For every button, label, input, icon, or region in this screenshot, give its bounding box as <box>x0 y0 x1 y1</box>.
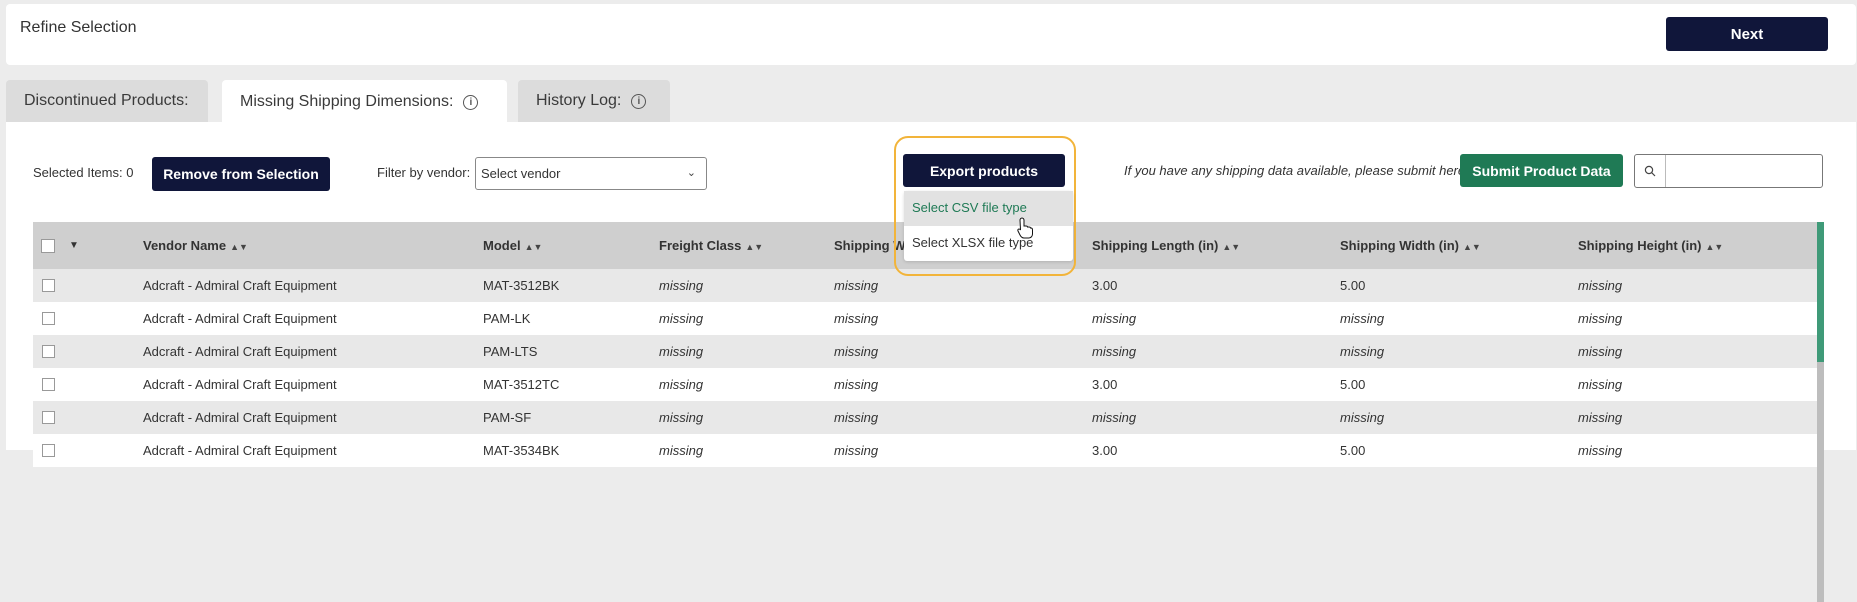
export-csv-option[interactable]: Select CSV file type <box>904 191 1073 226</box>
column-header-model[interactable]: Model ▲▼ <box>483 238 542 253</box>
info-icon[interactable]: i <box>631 93 647 109</box>
shipping-length-cell: 3.00 <box>1092 377 1118 392</box>
row-checkbox[interactable] <box>42 312 55 325</box>
column-header-shipping-length[interactable]: Shipping Length (in) ▲▼ <box>1092 238 1240 253</box>
model-cell: MAT-3512TC <box>483 377 560 392</box>
table-row[interactable]: Adcraft - Admiral Craft Equipment MAT-35… <box>33 434 1824 467</box>
vendor-select-value: Select vendor <box>481 166 561 181</box>
column-header-freight-class[interactable]: Freight Class ▲▼ <box>659 238 763 253</box>
freight-class-cell: missing <box>659 443 704 458</box>
shipping-height-cell: missing <box>1578 377 1623 392</box>
row-checkbox[interactable] <box>42 444 55 457</box>
shipping-width-cell: missing <box>1340 344 1385 359</box>
shipping-width-cell: 5.00 <box>1340 443 1366 458</box>
search-input[interactable] <box>1634 154 1823 188</box>
column-header-vendor[interactable]: Vendor Name ▲▼ <box>143 238 248 253</box>
shipping-height-cell: missing <box>1578 443 1623 458</box>
row-checkbox[interactable] <box>42 345 55 358</box>
caret-down-icon[interactable]: ▼ <box>69 240 79 251</box>
shipping-width-cell: 5.00 <box>1340 278 1366 293</box>
row-checkbox[interactable] <box>42 279 55 292</box>
column-header-shipping-height[interactable]: Shipping Height (in) ▲▼ <box>1578 238 1723 253</box>
page-title: Refine Selection <box>20 19 137 36</box>
export-products-button[interactable]: Export products <box>903 154 1065 187</box>
hand-cursor-icon <box>1017 217 1033 239</box>
export-xlsx-option[interactable]: Select XLSX file type <box>904 226 1073 261</box>
vendor-cell: Adcraft - Admiral Craft Equipment <box>143 344 337 359</box>
shipping-width-cell: missing <box>1340 410 1385 425</box>
freight-class-cell: missing <box>659 278 704 293</box>
tab-label: Discontinued Products: <box>24 92 189 109</box>
table-row[interactable]: Adcraft - Admiral Craft Equipment PAM-LK… <box>33 302 1824 335</box>
export-dropdown-menu: Select CSV file type Select XLSX file ty… <box>904 191 1073 261</box>
shipping-height-cell: missing <box>1578 311 1623 326</box>
shipping-length-cell: missing <box>1092 311 1137 326</box>
shipping-height-cell: missing <box>1578 278 1623 293</box>
vendor-select[interactable]: Select vendor ⌄ <box>475 157 707 190</box>
scrollbar-thumb[interactable] <box>1817 222 1824 362</box>
vendor-cell: Adcraft - Admiral Craft Equipment <box>143 278 337 293</box>
shipping-weight-cell: missing <box>834 443 879 458</box>
search-icon <box>1635 155 1666 187</box>
vendor-cell: Adcraft - Admiral Craft Equipment <box>143 410 337 425</box>
selected-items-count: Selected Items: 0 <box>33 165 134 180</box>
model-cell: MAT-3534BK <box>483 443 560 458</box>
model-cell: PAM-SF <box>483 410 532 425</box>
tab-missing-shipping-dimensions[interactable]: Missing Shipping Dimensions: i <box>222 80 507 124</box>
shipping-weight-cell: missing <box>834 311 879 326</box>
refine-selection-card: Refine Selection Next <box>6 4 1856 65</box>
remove-from-selection-button[interactable]: Remove from Selection <box>152 157 330 191</box>
table-scrollbar[interactable] <box>1817 222 1824 602</box>
freight-class-cell: missing <box>659 377 704 392</box>
vendor-cell: Adcraft - Admiral Craft Equipment <box>143 377 337 392</box>
shipping-weight-cell: missing <box>834 410 879 425</box>
table-row[interactable]: Adcraft - Admiral Craft Equipment MAT-35… <box>33 368 1824 401</box>
shipping-weight-cell: missing <box>834 344 879 359</box>
shipping-length-cell: 3.00 <box>1092 443 1118 458</box>
vendor-cell: Adcraft - Admiral Craft Equipment <box>143 311 337 326</box>
shipping-weight-cell: missing <box>834 377 879 392</box>
table-row[interactable]: Adcraft - Admiral Craft Equipment PAM-SF… <box>33 401 1824 434</box>
shipping-width-cell: missing <box>1340 311 1385 326</box>
shipping-height-cell: missing <box>1578 344 1623 359</box>
vendor-cell: Adcraft - Admiral Craft Equipment <box>143 443 337 458</box>
chevron-down-icon: ⌄ <box>686 167 696 179</box>
table-row[interactable]: Adcraft - Admiral Craft Equipment PAM-LT… <box>33 335 1824 368</box>
shipping-width-cell: 5.00 <box>1340 377 1366 392</box>
column-header-shipping-width[interactable]: Shipping Width (in) ▲▼ <box>1340 238 1481 253</box>
shipping-height-cell: missing <box>1578 410 1623 425</box>
tab-label: History Log: <box>536 92 622 109</box>
model-cell: PAM-LTS <box>483 344 538 359</box>
freight-class-cell: missing <box>659 344 704 359</box>
model-cell: PAM-LK <box>483 311 531 326</box>
submit-product-data-button[interactable]: Submit Product Data <box>1460 154 1623 187</box>
shipping-length-cell: missing <box>1092 410 1137 425</box>
shipping-data-help-text: If you have any shipping data available,… <box>1124 163 1469 178</box>
tab-discontinued-products[interactable]: Discontinued Products: <box>6 80 208 122</box>
row-checkbox[interactable] <box>42 411 55 424</box>
shipping-length-cell: missing <box>1092 344 1137 359</box>
freight-class-cell: missing <box>659 311 704 326</box>
row-checkbox[interactable] <box>42 378 55 391</box>
next-button[interactable]: Next <box>1666 17 1828 51</box>
table-body: Adcraft - Admiral Craft Equipment MAT-35… <box>33 269 1824 467</box>
freight-class-cell: missing <box>659 410 704 425</box>
shipping-length-cell: 3.00 <box>1092 278 1118 293</box>
tab-label: Missing Shipping Dimensions: <box>240 93 454 110</box>
filter-by-vendor-label: Filter by vendor: <box>377 165 471 180</box>
info-icon[interactable]: i <box>463 94 479 110</box>
tab-history-log[interactable]: History Log: i <box>518 80 670 122</box>
select-all-checkbox[interactable] <box>41 238 55 253</box>
model-cell: MAT-3512BK <box>483 278 560 293</box>
shipping-weight-cell: missing <box>834 278 879 293</box>
